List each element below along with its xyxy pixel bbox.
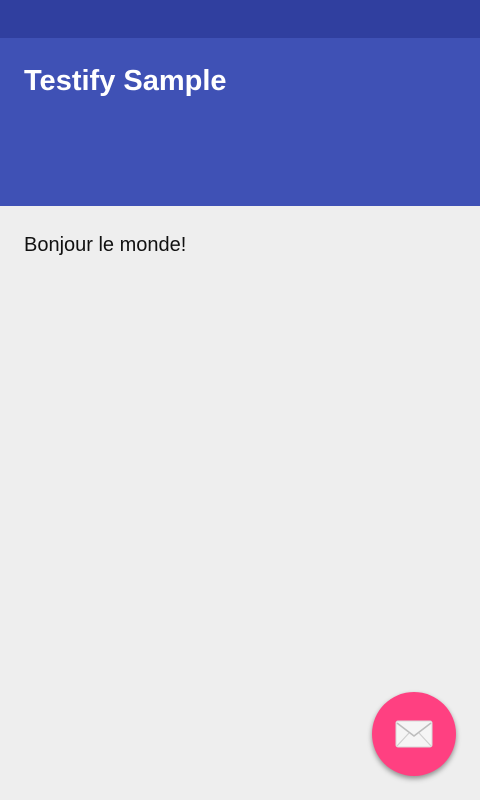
send-email-fab[interactable] — [372, 692, 456, 776]
app-title: Testify Sample — [24, 65, 227, 97]
mail-icon — [395, 720, 433, 748]
status-bar — [0, 0, 480, 38]
greeting-text: Bonjour le monde! — [24, 234, 187, 256]
app-bar: Testify Sample — [0, 38, 480, 206]
